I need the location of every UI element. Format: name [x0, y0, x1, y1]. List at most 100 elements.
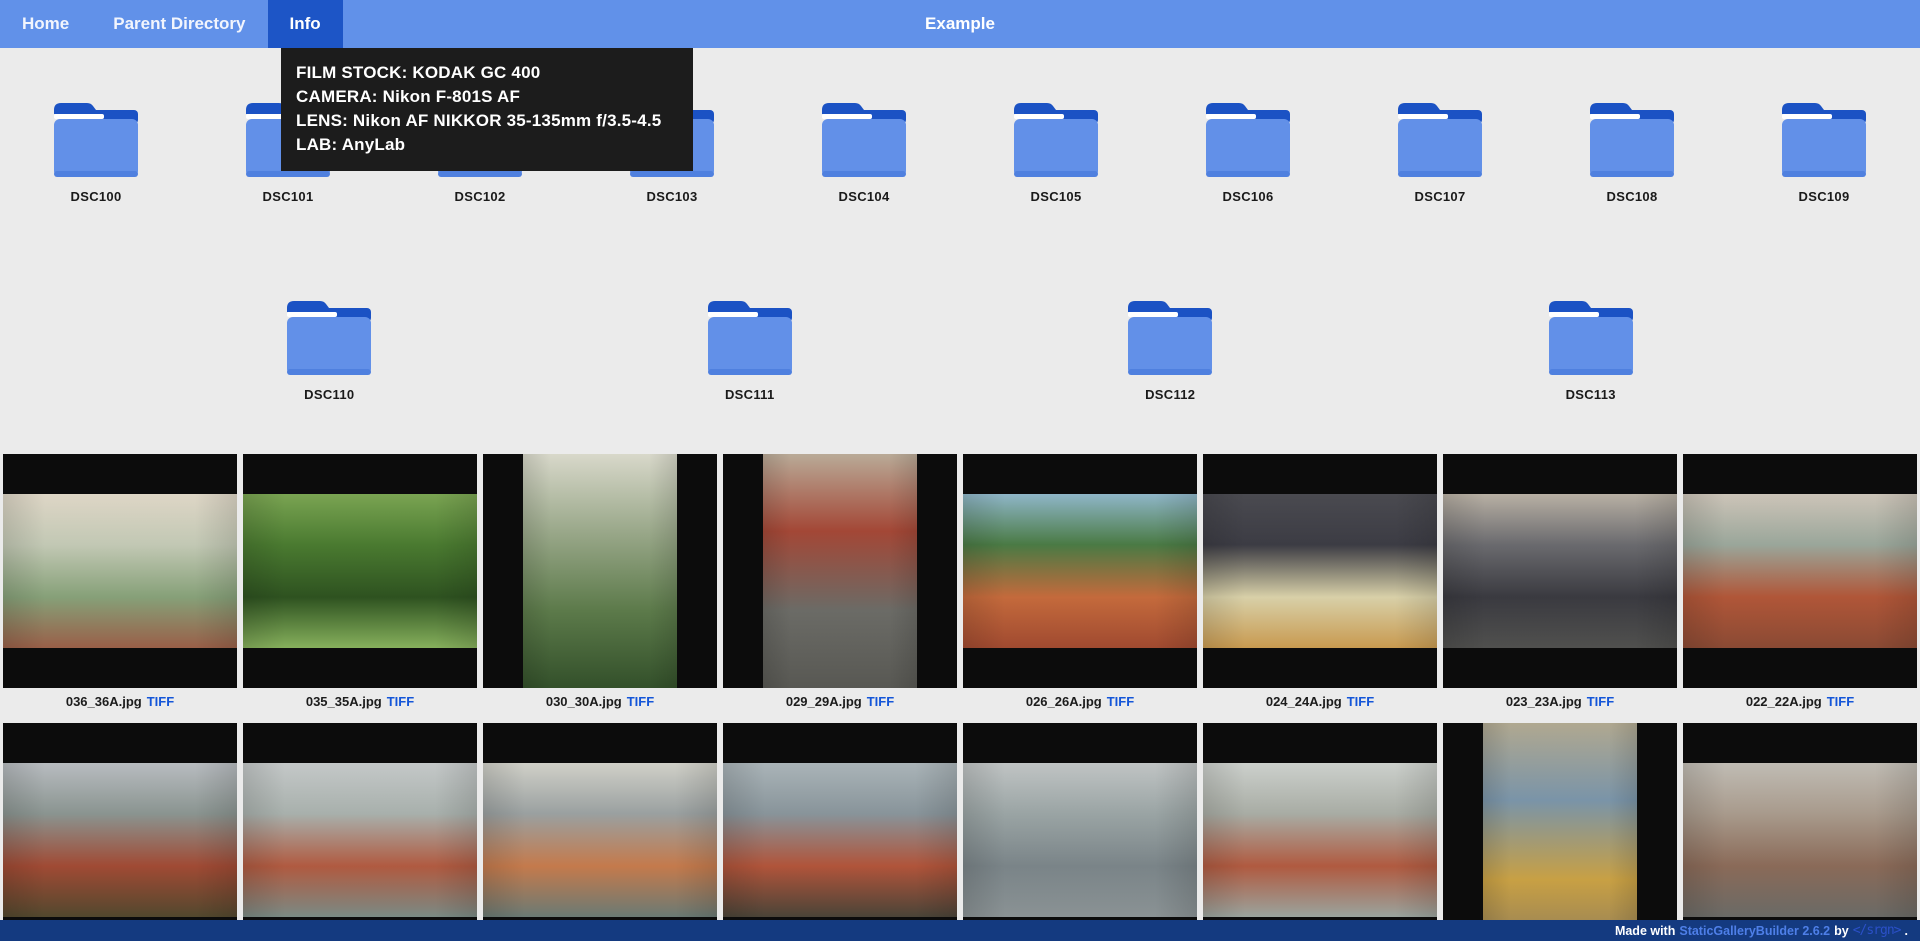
- folder-label: DSC105: [1031, 189, 1082, 204]
- folder-icon: [1772, 98, 1876, 182]
- folder-item[interactable]: DSC111: [540, 296, 960, 402]
- thumbnail-image[interactable]: [1203, 723, 1437, 941]
- folder-item[interactable]: DSC112: [960, 296, 1380, 402]
- builder-link[interactable]: StaticGalleryBuilder 2.6.2: [1679, 924, 1830, 938]
- folder-icon: [1118, 296, 1222, 380]
- folder-icon: [812, 98, 916, 182]
- folder-icon: [1388, 98, 1492, 182]
- photo: [1483, 723, 1637, 941]
- folder-item[interactable]: DSC113: [1380, 296, 1800, 402]
- photo: [523, 454, 677, 688]
- filename: 035_35A.jpg: [306, 694, 382, 709]
- photo: [243, 494, 477, 648]
- thumbnail-image[interactable]: [1203, 454, 1437, 688]
- tiff-link[interactable]: TIFF: [867, 694, 894, 709]
- folder-icon: [1196, 98, 1300, 182]
- footer-period: .: [1905, 924, 1908, 938]
- thumbnail-image[interactable]: [1443, 723, 1677, 941]
- thumbnail: [1443, 723, 1677, 941]
- folder-label: DSC113: [1566, 387, 1616, 402]
- tiff-link[interactable]: TIFF: [1587, 694, 1614, 709]
- thumbnail-image[interactable]: [963, 454, 1197, 688]
- folder-label: DSC102: [455, 189, 506, 204]
- photo: [963, 494, 1197, 648]
- footer-bar: Made with StaticGalleryBuilder 2.6.2 by …: [0, 920, 1920, 941]
- nav-item[interactable]: Home: [0, 0, 91, 48]
- photo: [483, 763, 717, 917]
- folder-item[interactable]: DSC110: [119, 296, 539, 402]
- thumbnail-image[interactable]: [1683, 723, 1917, 941]
- thumbnail-image[interactable]: [483, 454, 717, 688]
- thumbnail: 024_24A.jpg TIFF: [1203, 454, 1437, 714]
- info-tooltip-line: LENS: Nikon AF NIKKOR 35-135mm f/3.5-4.5: [296, 109, 678, 133]
- folder-label: DSC103: [647, 189, 698, 204]
- thumbnail: 022_22A.jpg TIFF: [1683, 454, 1917, 714]
- tiff-link[interactable]: TIFF: [1347, 694, 1374, 709]
- folder-icon: [1580, 98, 1684, 182]
- folder-item[interactable]: DSC106: [1152, 98, 1344, 204]
- folder-label: DSC108: [1607, 189, 1658, 204]
- thumbnail-image[interactable]: [1443, 454, 1677, 688]
- folder-icon: [698, 296, 802, 380]
- filename: 024_24A.jpg: [1266, 694, 1342, 709]
- folder-item[interactable]: DSC105: [960, 98, 1152, 204]
- thumbnail-image[interactable]: [723, 454, 957, 688]
- thumbnail-caption: 036_36A.jpg TIFF: [3, 688, 237, 714]
- thumbnail: 035_35A.jpg TIFF: [243, 454, 477, 714]
- srgn-logo[interactable]: </srgn>: [1853, 923, 1901, 938]
- footer-made-with: Made with: [1615, 924, 1675, 938]
- filename: 022_22A.jpg: [1746, 694, 1822, 709]
- filename: 030_30A.jpg: [546, 694, 622, 709]
- thumbnail-image[interactable]: [963, 723, 1197, 941]
- thumbnail-image[interactable]: [483, 723, 717, 941]
- thumbnail-caption: 026_26A.jpg TIFF: [963, 688, 1197, 714]
- folder-label: DSC101: [263, 189, 314, 204]
- tiff-link[interactable]: TIFF: [147, 694, 174, 709]
- thumbnail: 026_26A.jpg TIFF: [963, 454, 1197, 714]
- folder-label: DSC100: [71, 189, 122, 204]
- info-tooltip-line: LAB: AnyLab: [296, 133, 678, 157]
- folder-item[interactable]: DSC100: [0, 98, 192, 204]
- thumbnail-image[interactable]: [243, 723, 477, 941]
- folder-item[interactable]: DSC104: [768, 98, 960, 204]
- info-tooltip: FILM STOCK: KODAK GC 400 CAMERA: Nikon F…: [281, 48, 693, 171]
- thumbnail-caption: 035_35A.jpg TIFF: [243, 688, 477, 714]
- folder-label: DSC111: [725, 387, 775, 402]
- photo: [963, 763, 1197, 917]
- folder-label: DSC107: [1415, 189, 1466, 204]
- nav-item[interactable]: Parent Directory: [91, 0, 267, 48]
- folder-label: DSC109: [1799, 189, 1850, 204]
- thumbnail: [963, 723, 1197, 941]
- folder-item[interactable]: DSC108: [1536, 98, 1728, 204]
- thumbnail-image[interactable]: [3, 723, 237, 941]
- folder-label: DSC106: [1223, 189, 1274, 204]
- folder-icon: [1539, 296, 1643, 380]
- thumbnail-image[interactable]: [3, 454, 237, 688]
- thumbnail: 029_29A.jpg TIFF: [723, 454, 957, 714]
- thumbnail-image[interactable]: [243, 454, 477, 688]
- image-grid-row-2: [0, 723, 1920, 941]
- thumbnail-image[interactable]: [1683, 454, 1917, 688]
- folder-row-2: DSC110 DSC111: [119, 296, 1801, 402]
- folder-item[interactable]: DSC109: [1728, 98, 1920, 204]
- tiff-link[interactable]: TIFF: [1827, 694, 1854, 709]
- folder-icon: [277, 296, 381, 380]
- thumbnail-caption: 030_30A.jpg TIFF: [483, 688, 717, 714]
- photo: [1683, 763, 1917, 917]
- folder-label: DSC112: [1145, 387, 1195, 402]
- tiff-link[interactable]: TIFF: [387, 694, 414, 709]
- photo: [3, 494, 237, 648]
- nav-item[interactable]: Info: [268, 0, 343, 48]
- folder-item[interactable]: DSC107: [1344, 98, 1536, 204]
- thumbnail-image[interactable]: [723, 723, 957, 941]
- folder-icon: [44, 98, 148, 182]
- thumbnail-caption: 024_24A.jpg TIFF: [1203, 688, 1437, 714]
- tiff-link[interactable]: TIFF: [627, 694, 654, 709]
- image-grid-row-1: 036_36A.jpg TIFF 035_35A.jpg TIFF 030_30…: [0, 454, 1920, 714]
- filename: 029_29A.jpg: [786, 694, 862, 709]
- filename: 023_23A.jpg: [1506, 694, 1582, 709]
- thumbnail: [1203, 723, 1437, 941]
- photo: [1683, 494, 1917, 648]
- thumbnail-caption: 029_29A.jpg TIFF: [723, 688, 957, 714]
- tiff-link[interactable]: TIFF: [1107, 694, 1134, 709]
